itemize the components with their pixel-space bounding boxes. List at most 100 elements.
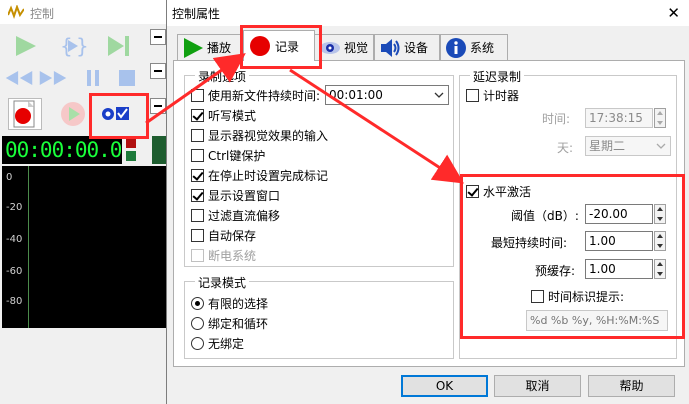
group-title: 录制选项 <box>195 68 250 85</box>
loop-icon[interactable]: {} <box>58 32 88 60</box>
show-settings-window-checkbox[interactable]: 显示设置窗口 <box>191 186 280 204</box>
bg-title-bar: 控制 <box>0 0 170 24</box>
threshold-label: 阈值（dB）: <box>511 209 579 223</box>
prebuffer-label: 预缓存: <box>535 264 576 278</box>
meter-tick: -20 <box>6 202 23 213</box>
checkbox-label: 自动保存 <box>208 228 257 243</box>
tab-label: 视觉 <box>344 41 369 55</box>
checkbox-label: Ctrl键保护 <box>208 148 266 163</box>
set-done-mark-checkbox[interactable]: 在停止时设置完成标记 <box>191 166 328 184</box>
time-field: 17:38:15 <box>585 108 653 128</box>
dialog-title: 控制属性 <box>172 7 221 21</box>
ctrl-key-protect-checkbox[interactable]: Ctrl键保护 <box>191 146 265 164</box>
auto-save-checkbox[interactable]: 自动保存 <box>191 226 256 244</box>
checkbox-box <box>191 128 204 142</box>
radio-dot <box>191 316 204 330</box>
duration-dropdown[interactable]: 00:01:00 <box>325 85 449 105</box>
level-activation-checkbox[interactable]: 水平激活 <box>466 182 531 200</box>
meter-tick: -60 <box>6 266 23 277</box>
min-duration-spinner[interactable] <box>654 231 666 251</box>
time-value: 17:38:15 <box>589 111 643 125</box>
checkbox-label: 过滤直流偏移 <box>208 208 281 223</box>
radio-dot <box>191 336 204 350</box>
minimize-box-3[interactable] <box>150 98 166 114</box>
checkbox-box <box>191 88 204 102</box>
radio-limited-selection[interactable]: 有限的选择 <box>191 294 268 312</box>
day-label: 天: <box>557 141 574 155</box>
tab-system[interactable]: 系统 <box>440 34 508 60</box>
minimize-box-2[interactable] <box>150 63 166 79</box>
pause-icon[interactable] <box>78 64 108 92</box>
record-file-button[interactable] <box>8 98 42 130</box>
time-spinner <box>654 108 666 128</box>
tab-play[interactable]: 播放 <box>177 34 241 60</box>
radio-dot <box>191 296 204 310</box>
time-counter: 00:00:00.0 <box>2 136 122 164</box>
meter-tick: -80 <box>6 296 23 307</box>
min-duration-input[interactable]: 1.00 <box>585 231 653 251</box>
radio-bind-and-loop[interactable]: 绑定和循环 <box>191 314 268 332</box>
radio-label: 绑定和循环 <box>208 316 269 331</box>
speaker-icon <box>381 38 400 57</box>
checkbox-label: 水平激活 <box>483 184 532 199</box>
dialog-title-bar: 控制属性 ✕ <box>167 0 689 26</box>
tab-label: 设备 <box>404 41 429 55</box>
timer-checkbox[interactable]: 计时器 <box>466 86 519 104</box>
control-properties-dialog: 控制属性 ✕ 播放 记录 视觉 设备 系统 录制选项 使用新文件持续时间: 00… <box>166 0 689 404</box>
cancel-button[interactable]: 取消 <box>494 375 581 397</box>
minimize-box[interactable] <box>150 29 166 45</box>
tab-visual[interactable]: 视觉 <box>314 34 374 60</box>
radio-label: 无绑定 <box>208 336 245 351</box>
monitor-visual-input-checkbox[interactable]: 显示器视觉效果的输入 <box>191 126 328 144</box>
rewind-icon[interactable] <box>4 64 34 92</box>
ok-button[interactable]: OK <box>401 375 488 397</box>
tab-device[interactable]: 设备 <box>374 34 440 60</box>
tab-label: 记录 <box>275 39 300 54</box>
play-icon[interactable] <box>10 32 40 60</box>
tab-record[interactable]: 记录 <box>243 30 315 61</box>
threshold-spinner[interactable] <box>654 204 666 224</box>
new-file-duration-checkbox[interactable]: 使用新文件持续时间: <box>191 86 320 104</box>
min-duration-label: 最短持续时间: <box>491 236 568 250</box>
info-icon <box>446 37 466 58</box>
group-title: 延迟录制 <box>470 68 525 85</box>
close-icon[interactable]: ✕ <box>667 4 680 22</box>
power-off-system-checkbox: 断电系统 <box>191 246 256 264</box>
help-button[interactable]: 帮助 <box>588 375 675 397</box>
checkbox-label: 使用新文件持续时间: <box>208 88 321 103</box>
threshold-value: -20.00 <box>589 207 628 221</box>
radio-no-binding[interactable]: 无绑定 <box>191 334 244 352</box>
checkbox-label: 显示器视觉效果的输入 <box>208 128 329 143</box>
radio-label: 有限的选择 <box>208 296 269 311</box>
threshold-input[interactable]: -20.00 <box>585 204 653 224</box>
record-play-icon[interactable] <box>56 98 90 130</box>
level-meter: 0 -20 -40 -60 -80 <box>2 166 168 328</box>
meter-tick: 0 <box>6 172 13 183</box>
chevron-down-icon <box>656 143 666 149</box>
monitor-toggle-icon[interactable] <box>98 98 132 130</box>
checkbox-box <box>191 208 204 222</box>
fast-forward-icon[interactable] <box>38 64 68 92</box>
record-tab-panel: 录制选项 使用新文件持续时间: 00:01:00 听写模式 显示器视觉效果的输入… <box>173 60 685 367</box>
group-title: 记录模式 <box>195 274 250 291</box>
checkbox-label: 听写模式 <box>208 108 257 123</box>
checkbox-label: 计时器 <box>483 88 520 103</box>
checkbox-box <box>191 108 204 122</box>
checkbox-box <box>191 168 204 182</box>
timestamp-hint-checkbox[interactable]: 时间标识提示: <box>531 287 624 305</box>
checkbox-label: 断电系统 <box>208 248 257 263</box>
prebuffer-spinner[interactable] <box>654 259 666 279</box>
prebuffer-input[interactable]: 1.00 <box>585 259 653 279</box>
dictation-mode-checkbox[interactable]: 听写模式 <box>191 106 256 124</box>
checkbox-box <box>466 88 479 102</box>
filter-dc-offset-checkbox[interactable]: 过滤直流偏移 <box>191 206 280 224</box>
duration-value: 00:01:00 <box>329 88 383 102</box>
checkbox-label: 时间标识提示: <box>548 289 625 304</box>
checkbox-box <box>191 148 204 162</box>
day-value: 星期二 <box>589 139 626 153</box>
background-control-window: 控制 {} 00:00:00.0 0 -20 -40 -60 -80 <box>0 0 170 404</box>
play-to-end-icon[interactable] <box>104 32 134 60</box>
stop-icon[interactable] <box>112 64 142 92</box>
timestamp-format-input[interactable] <box>526 310 668 331</box>
min-duration-value: 1.00 <box>589 234 616 248</box>
